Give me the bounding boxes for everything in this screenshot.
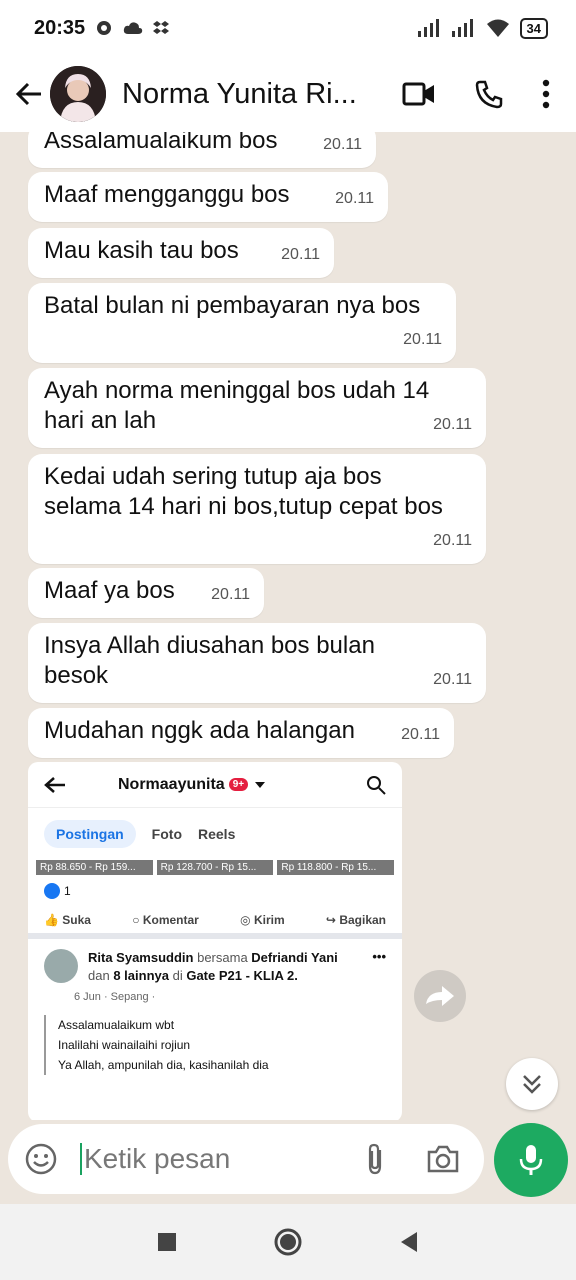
- battery-indicator: 34: [519, 17, 548, 39]
- emoji-icon[interactable]: [24, 1142, 58, 1176]
- message-bubble[interactable]: Maaf ya bos 20.11: [28, 568, 264, 618]
- fb-dropdown-icon: [255, 781, 266, 788]
- message-bubble[interactable]: Assalamualaikum bos 20.11: [28, 132, 376, 168]
- fb-action-send: ◎ Kirim: [240, 913, 285, 927]
- message-text: Ayah norma meninggal bos udah 14 hari an…: [44, 377, 430, 434]
- fb-profile-name: Normaayunita: [118, 775, 225, 793]
- forward-icon: [426, 986, 454, 1006]
- fb-profile-header: Normaayunita 9+: [28, 762, 402, 808]
- fb-action-comment: ○ Komentar: [132, 913, 199, 927]
- image-message[interactable]: Normaayunita 9+ Postingan Foto Reels Rp …: [28, 762, 402, 1120]
- message-time: 20.11: [401, 726, 440, 743]
- fb-back-arrow-icon: [44, 776, 65, 793]
- more-options-icon[interactable]: [542, 79, 550, 109]
- scroll-to-bottom-button[interactable]: [506, 1058, 558, 1110]
- message-bubble[interactable]: Ayah norma meninggal bos udah 14 hari an…: [28, 368, 486, 448]
- fb-post: Rita Syamsuddin bersama Defriandi Yani d…: [28, 939, 402, 1085]
- message-text: Mudahan nggk ada halangan: [44, 717, 355, 744]
- back-nav-icon[interactable]: [399, 1231, 419, 1253]
- status-bar: 20:35 34: [0, 0, 576, 56]
- camera-icon[interactable]: [426, 1144, 460, 1174]
- fb-like-count: 1: [28, 875, 402, 907]
- fb-post-more-icon: •••: [372, 949, 386, 964]
- mic-button[interactable]: [494, 1123, 568, 1197]
- phone-call-icon[interactable]: [474, 79, 504, 109]
- signal-icon-2: [451, 19, 473, 37]
- back-arrow-icon[interactable]: [14, 79, 44, 109]
- message-time: 20.11: [433, 671, 472, 688]
- contact-name[interactable]: Norma Yunita Ri...: [122, 78, 362, 111]
- fb-price: Rp 88.650 - Rp 159...: [36, 860, 153, 875]
- chat-header: Norma Yunita Ri...: [0, 56, 576, 132]
- signal-icon: [417, 19, 439, 37]
- messenger-icon: ◎: [240, 913, 251, 927]
- message-text: Maaf mengganggu bos: [44, 181, 290, 208]
- message-text: Kedai udah sering tutup aja bos selama 1…: [44, 463, 443, 520]
- message-bubble[interactable]: Insya Allah diusahan bos bulan besok 20.…: [28, 623, 486, 703]
- dropbox-icon: [153, 21, 170, 34]
- fb-price: Rp 118.800 - Rp 15...: [277, 860, 395, 875]
- video-call-icon[interactable]: [402, 81, 436, 107]
- message-time: 20.11: [323, 136, 362, 153]
- message-time: 20.11: [211, 586, 250, 603]
- share-icon: ↪: [325, 913, 336, 927]
- message-bubble[interactable]: Kedai udah sering tutup aja bos selama 1…: [28, 454, 486, 564]
- recents-icon[interactable]: [157, 1232, 177, 1252]
- fb-notification-badge: 9+: [228, 778, 249, 791]
- message-text: Mau kasih tau bos: [44, 237, 239, 264]
- forward-button[interactable]: [414, 970, 466, 1022]
- fb-price: Rp 128.700 - Rp 15...: [156, 860, 274, 875]
- message-time: 20.11: [403, 331, 442, 348]
- fb-tabs: Postingan Foto Reels: [28, 808, 402, 860]
- message-time: 20.11: [433, 532, 472, 549]
- fb-action-share: ↪ Bagikan: [325, 913, 386, 927]
- mic-icon: [519, 1145, 543, 1175]
- message-text: Assalamualaikum bos: [44, 132, 278, 154]
- fb-action-like: 👍 Suka: [44, 913, 91, 927]
- thumbs-up-icon: 👍: [44, 913, 59, 927]
- android-nav-bar: [0, 1204, 576, 1280]
- status-time: 20:35: [34, 16, 86, 39]
- fb-tab-foto: Foto: [151, 826, 182, 842]
- message-text: Insya Allah diusahan bos bulan besok: [44, 632, 375, 689]
- fb-tab-reels: Reels: [198, 826, 236, 842]
- fb-like-number: 1: [64, 884, 71, 898]
- fb-post-body: Assalamualaikum wbt Inalilahi wainailaih…: [44, 1015, 386, 1075]
- message-bubble[interactable]: Mau kasih tau bos 20.11: [28, 228, 334, 278]
- wifi-icon: [486, 19, 509, 37]
- cloud-icon: [123, 22, 143, 34]
- notification-icon: [97, 21, 112, 35]
- fb-post-author-line: Rita Syamsuddin bersama Defriandi Yani d…: [88, 950, 338, 983]
- comment-icon: ○: [132, 913, 140, 927]
- fb-tab-postingan: Postingan: [44, 820, 136, 848]
- message-bubble[interactable]: Batal bulan ni pembayaran nya bos 20.11: [28, 283, 456, 363]
- home-icon[interactable]: [273, 1227, 303, 1257]
- attachment-icon[interactable]: [364, 1142, 386, 1176]
- fb-post-avatar: [44, 949, 78, 983]
- message-time: 20.11: [433, 416, 472, 433]
- like-icon: [44, 883, 60, 899]
- message-time: 20.11: [281, 246, 320, 263]
- fb-post-meta: 6 Jun · Sepang ·: [74, 991, 156, 1003]
- fb-search-icon: [367, 775, 386, 795]
- message-bubble[interactable]: Maaf mengganggu bos 20.11: [28, 172, 388, 222]
- message-bubble[interactable]: Mudahan nggk ada halangan 20.11: [28, 708, 454, 758]
- message-input[interactable]: Ketik pesan: [80, 1143, 364, 1175]
- fb-actions: 👍 Suka ○ Komentar ◎ Kirim ↪ Bagikan: [28, 907, 402, 939]
- avatar[interactable]: [50, 66, 106, 122]
- fb-price-strip: Rp 88.650 - Rp 159... Rp 128.700 - Rp 15…: [28, 860, 402, 875]
- message-time: 20.11: [335, 190, 374, 207]
- message-text: Batal bulan ni pembayaran nya bos: [44, 292, 421, 319]
- double-chevron-down-icon: [523, 1075, 541, 1094]
- message-input-bar: Ketik pesan: [8, 1124, 484, 1194]
- chat-area[interactable]: Assalamualaikum bos 20.11 Maaf menggangg…: [0, 132, 576, 1120]
